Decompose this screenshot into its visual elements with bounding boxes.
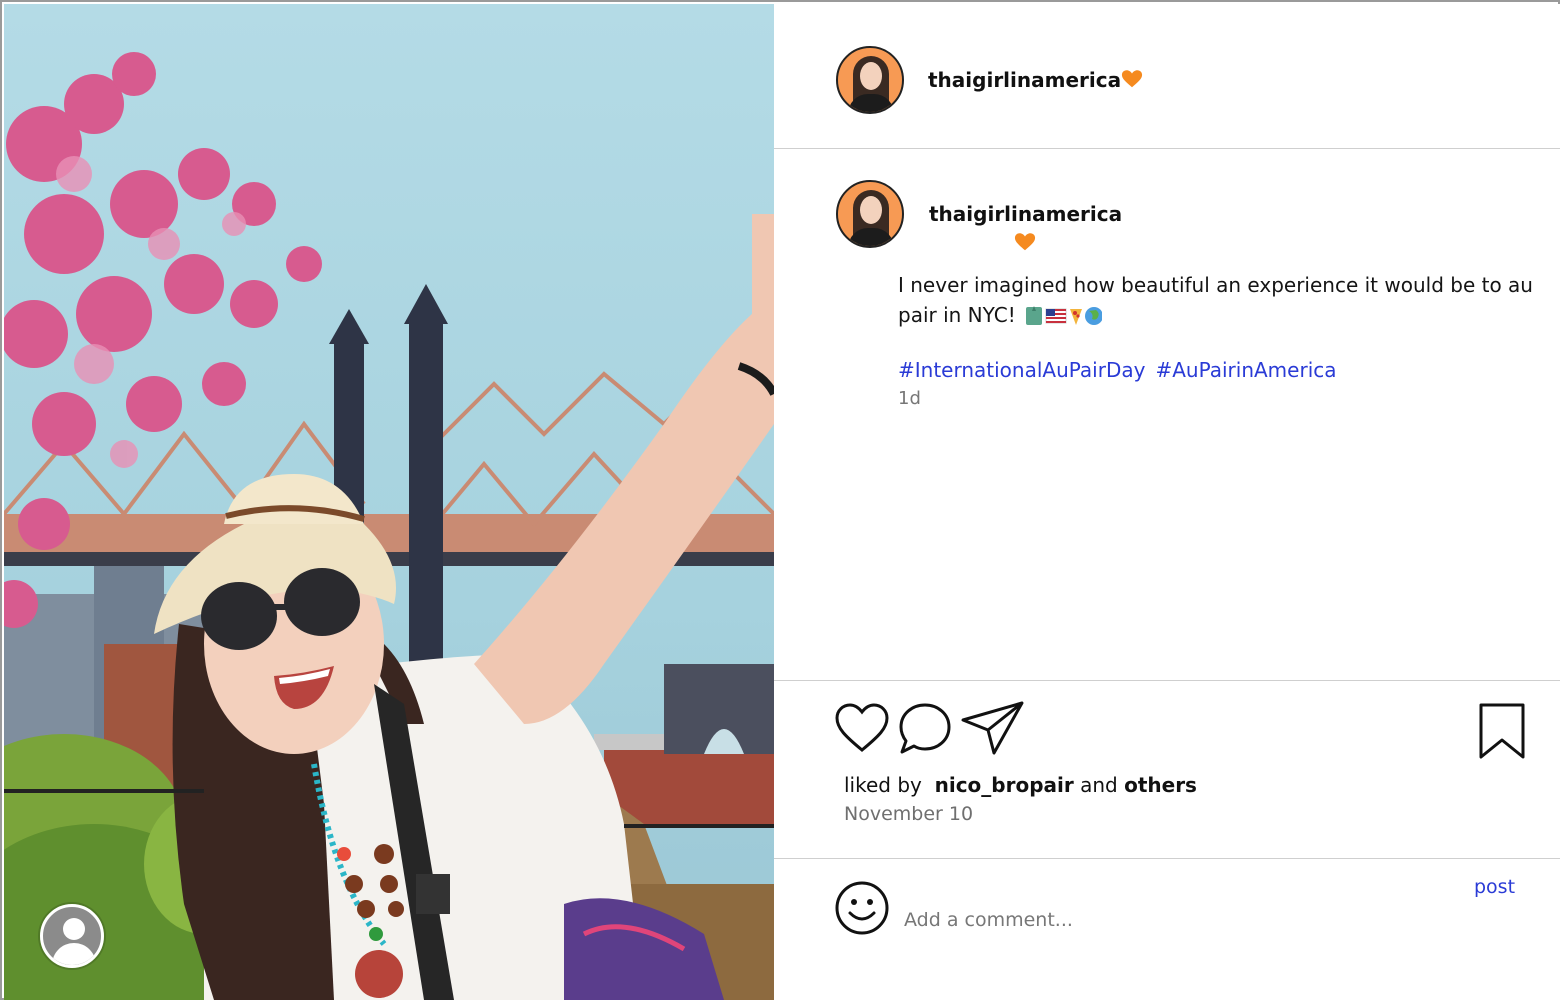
statue-of-liberty-icon (1025, 306, 1042, 325)
header-avatar[interactable] (836, 46, 904, 114)
liked-by-user-link[interactable]: nico_bropair (935, 773, 1074, 797)
post-detail-panel: thaigirlinamerica thaigirlinamerica I ne… (774, 4, 1560, 1000)
comment-icon[interactable] (898, 702, 954, 756)
globe-icon (1084, 307, 1103, 325)
hashtag-link[interactable]: #AuPairinAmerica (1155, 358, 1336, 382)
share-icon[interactable] (960, 700, 1026, 756)
caption-username[interactable]: thaigirlinamerica (929, 202, 1122, 226)
pizza-icon (1069, 309, 1082, 325)
bookmark-icon[interactable] (1478, 702, 1526, 760)
caption-text: I never imagined how beautiful an experi… (898, 273, 1533, 327)
tagged-user-icon[interactable] (40, 904, 104, 968)
caption-avatar[interactable] (836, 180, 904, 248)
liked-by: liked by nico_bropair and others (844, 773, 1197, 797)
orange-heart-icon (1014, 233, 1036, 251)
heart-icon[interactable] (834, 702, 890, 754)
liked-by-prefix: liked by (844, 773, 922, 797)
hashtag-link[interactable]: #InternationalAuPairDay (898, 358, 1145, 382)
photo-illustration (4, 52, 774, 1000)
post-date: November 10 (844, 803, 974, 825)
header-username[interactable]: thaigirlinamerica (928, 68, 1143, 92)
post-relative-time: 1d (898, 388, 921, 409)
liked-by-others-link[interactable]: others (1124, 773, 1197, 797)
caption-emojis (1024, 303, 1103, 335)
smiley-icon[interactable] (834, 880, 890, 936)
us-flag-icon (1045, 308, 1067, 324)
liked-by-joiner: and (1080, 773, 1118, 797)
header-divider (774, 148, 1560, 149)
comment-divider (774, 858, 1560, 859)
orange-heart-icon (1122, 70, 1143, 88)
header-username-text[interactable]: thaigirlinamerica (928, 68, 1121, 92)
post-comment-button[interactable]: post (1474, 876, 1515, 898)
post-photo[interactable] (4, 4, 774, 1000)
post-window: thaigirlinamerica thaigirlinamerica I ne… (0, 0, 1560, 1000)
actions-divider (774, 680, 1560, 681)
hashtags: #InternationalAuPairDay #AuPairinAmerica (898, 358, 1347, 382)
comment-input[interactable] (904, 904, 1444, 936)
caption: I never imagined how beautiful an experi… (898, 270, 1538, 335)
